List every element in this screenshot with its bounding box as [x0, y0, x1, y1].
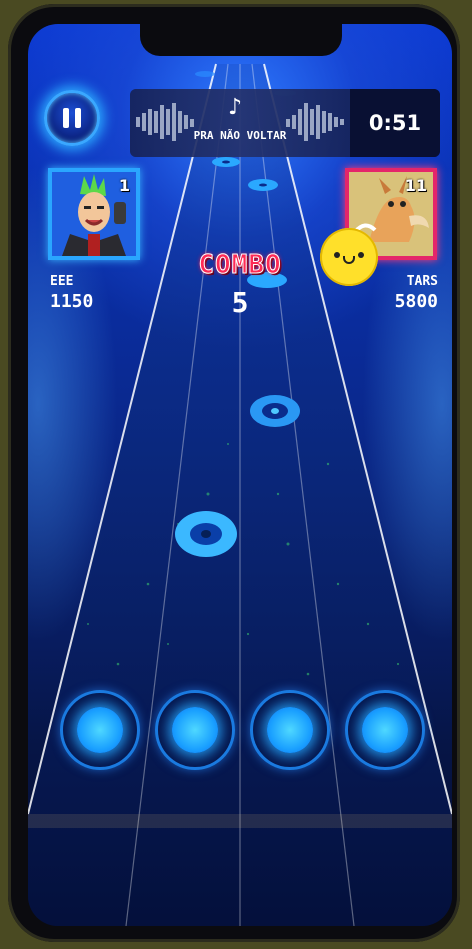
- lane-button-glow: [77, 707, 123, 753]
- game-screen: ♪ PRA NÃO VOLTAR 0:51 1 11 EEE 1150 TARS…: [28, 24, 452, 926]
- song-timer: 0:51: [350, 89, 440, 157]
- combo-count: 5: [231, 286, 249, 319]
- lane-button-4[interactable]: [345, 690, 425, 770]
- phone-frame: ♪ PRA NÃO VOLTAR 0:51 1 11 EEE 1150 TARS…: [8, 4, 460, 942]
- pause-button[interactable]: [44, 90, 100, 146]
- combo-label: COMBO: [198, 250, 282, 281]
- music-note-icon: ♪: [228, 95, 243, 120]
- lane-button-glow: [362, 707, 408, 753]
- note-highway: [28, 63, 452, 926]
- song-title: PRA NÃO VOLTAR: [193, 129, 287, 142]
- song-panel: ♪ PRA NÃO VOLTAR 0:51: [130, 89, 440, 157]
- player-avatar-left: 1: [48, 168, 140, 260]
- player-rank: 11: [404, 176, 427, 195]
- hit-line-glow: [28, 814, 452, 828]
- lane-button-1[interactable]: [60, 690, 140, 770]
- pause-icon: [60, 108, 84, 128]
- player-rank: 1: [118, 176, 130, 195]
- lane-button-2[interactable]: [155, 690, 235, 770]
- lane-button-glow: [172, 707, 218, 753]
- notch: [140, 24, 342, 56]
- note: [195, 71, 215, 77]
- song-waveform-area: ♪ PRA NÃO VOLTAR: [130, 89, 350, 157]
- lane-button-3[interactable]: [250, 690, 330, 770]
- lane-button-glow: [267, 707, 313, 753]
